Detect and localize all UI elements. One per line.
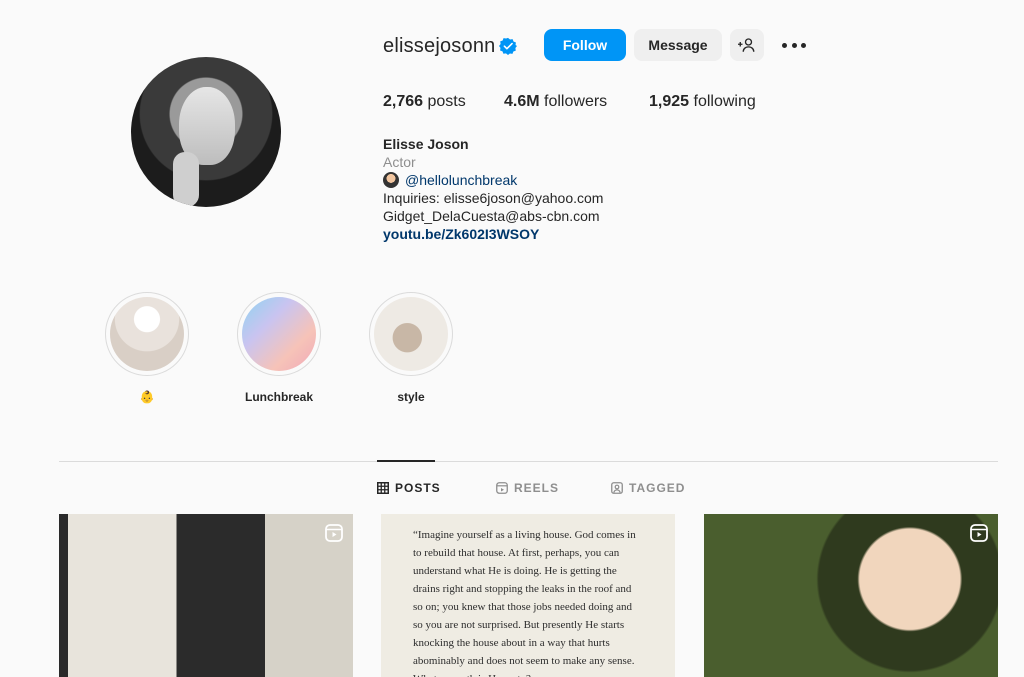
post-quote-text: “Imagine yourself as a living house. God…: [413, 529, 636, 677]
more-options-icon[interactable]: [782, 36, 806, 54]
person-emoji-icon: [383, 172, 399, 188]
message-button[interactable]: Message: [634, 29, 722, 61]
bio-mention-link[interactable]: @hellolunchbreak: [405, 172, 517, 188]
tab-tagged[interactable]: TAGGED: [611, 481, 685, 495]
highlight-cover: [110, 297, 184, 371]
post-tile[interactable]: [704, 514, 998, 677]
highlight-label: style: [397, 390, 425, 404]
bio-line-inquiries: Inquiries: elisse6joson@yahoo.com: [383, 190, 604, 206]
reels-icon: [496, 482, 508, 494]
highlight-cover: [242, 297, 316, 371]
profile-username: elissejosonn: [383, 35, 496, 57]
post-tile[interactable]: [59, 514, 353, 677]
highlight-style[interactable]: style: [369, 292, 453, 404]
bio-external-link[interactable]: youtu.be/Zk602I3WSOY: [383, 225, 603, 243]
highlight-cover: [374, 297, 448, 371]
highlight-ring: [369, 292, 453, 376]
highlight-lunchbreak[interactable]: Lunchbreak: [237, 292, 321, 404]
reel-badge-icon: [970, 524, 988, 542]
bio-name: Elisse Joson: [383, 136, 469, 152]
bio-category: Actor: [383, 154, 416, 170]
highlight-label: 👶: [139, 390, 155, 404]
reel-badge-icon: [325, 524, 343, 542]
verified-badge-icon: [499, 37, 517, 55]
profile-bio: Elisse Joson Actor @hellolunchbreak Inqu…: [383, 135, 603, 243]
highlight-ring: [237, 292, 321, 376]
tab-reels[interactable]: REELS: [496, 481, 559, 495]
following-link[interactable]: 1,925 following: [649, 93, 756, 111]
grid-icon: [377, 482, 389, 494]
avatar-hand: [173, 152, 199, 207]
posts-count: 2,766 posts: [383, 93, 466, 110]
highlight-baby[interactable]: 👶: [105, 292, 189, 404]
follow-button[interactable]: Follow: [544, 29, 626, 61]
profile-divider: [59, 461, 998, 462]
bio-line-email: Gidget_DelaCuesta@abs-cbn.com: [383, 208, 600, 224]
highlight-label: Lunchbreak: [244, 390, 313, 404]
profile-avatar[interactable]: [131, 57, 281, 207]
tab-posts[interactable]: POSTS: [377, 481, 441, 495]
suggested-accounts-button[interactable]: [730, 29, 764, 61]
followers-link[interactable]: 4.6M followers: [504, 93, 607, 111]
bio-mention-line: @hellolunchbreak: [383, 171, 603, 189]
highlight-ring: [105, 292, 189, 376]
active-tab-indicator: [377, 460, 435, 462]
post-tile[interactable]: “Imagine yourself as a living house. God…: [381, 514, 675, 677]
tagged-icon: [611, 482, 623, 494]
add-person-icon: [738, 38, 755, 52]
